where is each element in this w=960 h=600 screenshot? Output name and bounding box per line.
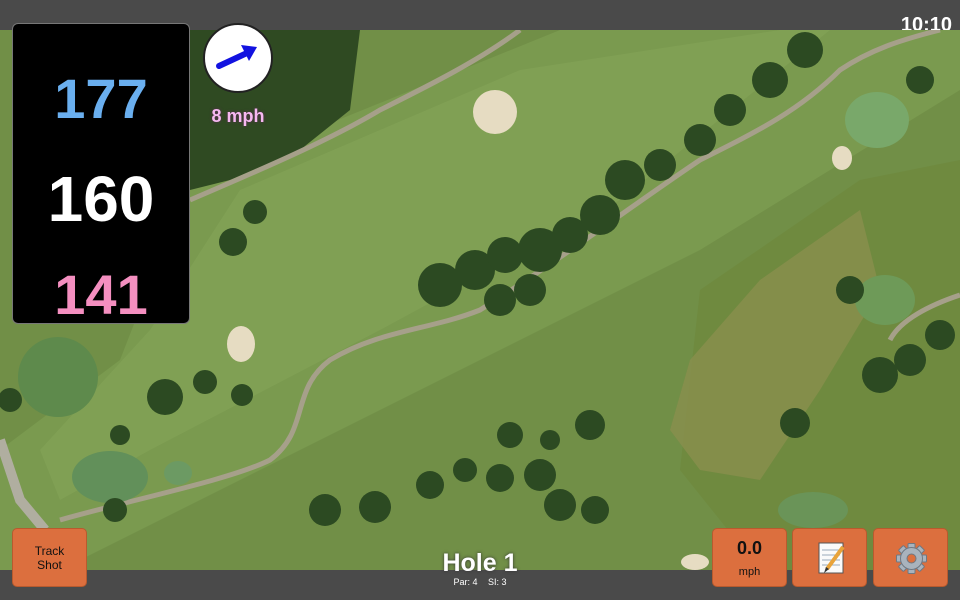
distance-panel: 177 160 141 bbox=[12, 23, 190, 326]
track-shot-button[interactable]: Track Shot bbox=[12, 528, 87, 587]
wind-indicator bbox=[203, 23, 273, 93]
back-distance: 177 bbox=[54, 67, 148, 130]
front-distance: 141 bbox=[54, 263, 148, 326]
gear-icon bbox=[896, 543, 927, 574]
wind-speed: 8 mph bbox=[211, 106, 265, 126]
notes-button[interactable] bbox=[792, 528, 867, 587]
speed-value: 0.0 bbox=[736, 538, 763, 558]
notepad-icon bbox=[818, 542, 845, 574]
middle-distance: 160 bbox=[47, 163, 155, 235]
speed-unit: mph bbox=[738, 566, 761, 578]
hole-par: Par: 4 bbox=[453, 577, 478, 587]
track-shot-label-line1: Track bbox=[34, 543, 65, 558]
hole-stroke-index: SI: 3 bbox=[488, 577, 507, 587]
speed-button[interactable]: 0.0 mph bbox=[712, 528, 787, 587]
arrow-icon bbox=[216, 45, 257, 69]
track-shot-label-line2: Shot bbox=[37, 557, 62, 572]
settings-button[interactable] bbox=[873, 528, 948, 587]
hole-title: Hole 1 bbox=[442, 549, 518, 577]
hole-info: Par: 4 SI: 3 bbox=[449, 577, 510, 587]
